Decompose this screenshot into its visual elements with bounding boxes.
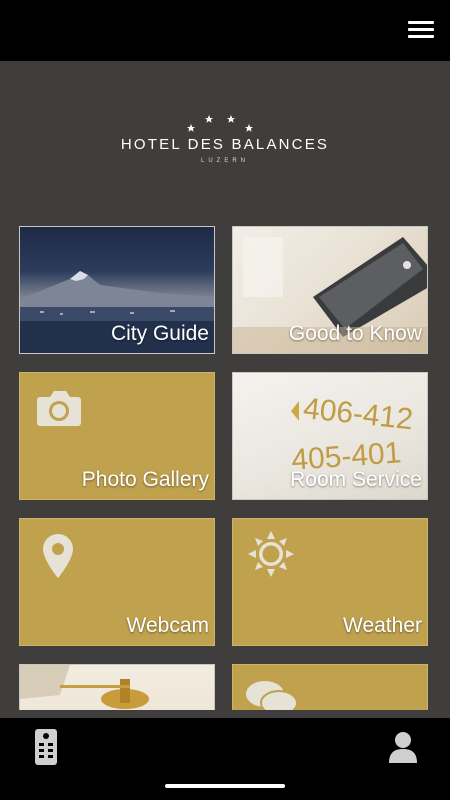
tile-photo-gallery[interactable]: Photo Gallery xyxy=(19,372,215,500)
hotel-city: LUZERN xyxy=(200,158,249,164)
camera-icon xyxy=(37,391,81,426)
hamburger-menu-icon[interactable] xyxy=(408,18,436,42)
tile-label: Room Service xyxy=(290,468,422,491)
tile-lamp-photo[interactable] xyxy=(19,664,215,710)
menu-line xyxy=(408,21,434,24)
tile-label: Webcam xyxy=(126,614,209,637)
tile-weather[interactable]: Weather xyxy=(232,518,428,646)
tile-webcam[interactable]: Webcam xyxy=(19,518,215,646)
logo-stars xyxy=(0,110,450,132)
tile-good-to-know[interactable]: Good to Know xyxy=(232,226,428,354)
tile-room-service[interactable]: 406-412 405-401 Room Service xyxy=(232,372,428,500)
remote-control-icon[interactable] xyxy=(34,728,58,766)
stars-icon xyxy=(187,115,253,132)
tile-label: City Guide xyxy=(110,322,209,345)
tile-label: Good to Know xyxy=(288,322,422,345)
lamp-photo xyxy=(20,665,149,709)
user-profile-icon-graphic xyxy=(389,732,417,763)
hotel-logo: HOTEL DES BALANCES LUZERN xyxy=(0,110,450,164)
top-bar xyxy=(0,0,450,61)
tile-label: Photo Gallery xyxy=(81,468,209,491)
sun-icon xyxy=(248,531,294,577)
remote-control-icon-graphic xyxy=(35,729,57,765)
hotel-name: HOTEL DES BALANCES xyxy=(120,136,330,153)
location-pin-icon xyxy=(43,534,73,578)
tile-chat[interactable] xyxy=(232,664,428,710)
user-profile-icon[interactable] xyxy=(388,730,418,764)
menu-line xyxy=(408,28,434,31)
tile-grid: City Guide Good to Know Photo Gallery 40… xyxy=(0,226,450,710)
chat-bubbles-icon xyxy=(246,681,298,710)
tile-city-guide[interactable]: City Guide xyxy=(19,226,215,354)
menu-line xyxy=(408,35,434,38)
home-indicator[interactable] xyxy=(165,784,285,788)
bottom-bar xyxy=(0,718,450,800)
tile-label: Weather xyxy=(343,614,422,637)
